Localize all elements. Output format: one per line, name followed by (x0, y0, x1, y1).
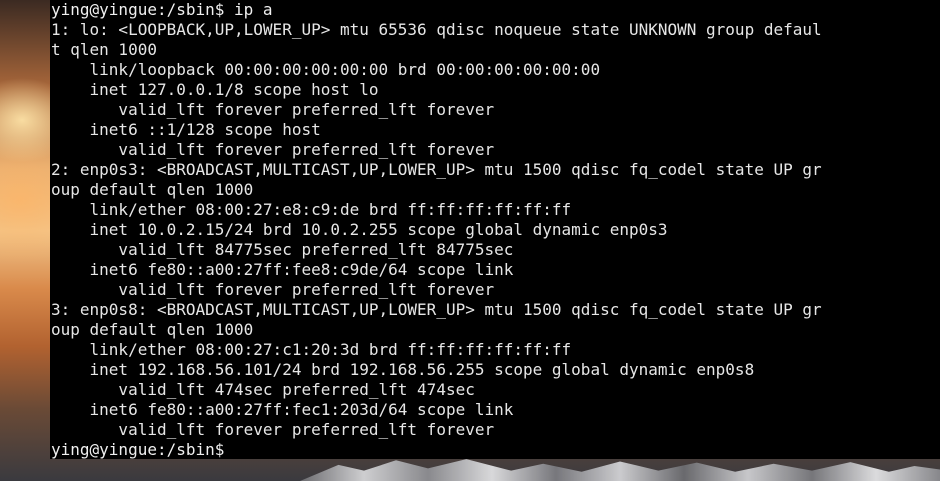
terminal-line-prompt[interactable]: ying@yingue:/sbin$ (51, 440, 940, 459)
terminal-line: valid_lft 84775sec preferred_lft 84775se… (51, 240, 514, 259)
terminal-line: inet6 ::1/128 scope host (51, 120, 321, 139)
terminal-line: t qlen 1000 (51, 40, 157, 59)
terminal-line: valid_lft 474sec preferred_lft 474sec (51, 380, 475, 399)
terminal-line: inet6 fe80::a00:27ff:fee8:c9de/64 scope … (51, 260, 514, 279)
terminal-line: inet6 fe80::a00:27ff:fec1:203d/64 scope … (51, 400, 514, 419)
terminal-line: valid_lft forever preferred_lft forever (51, 140, 495, 159)
terminal-line: 3: enp0s8: <BROADCAST,MULTICAST,UP,LOWER… (51, 300, 822, 319)
terminal-line: oup default qlen 1000 (51, 320, 254, 339)
terminal-line: valid_lft forever preferred_lft forever (51, 280, 495, 299)
terminal-window[interactable]: ying@yingue:/sbin$ ip a 1: lo: <LOOPBACK… (50, 0, 940, 459)
terminal-prompt-text: ying@yingue:/sbin$ (51, 440, 235, 459)
terminal-line: inet 10.0.2.15/24 brd 10.0.2.255 scope g… (51, 220, 668, 239)
terminal-line: link/ether 08:00:27:e8:c9:de brd ff:ff:f… (51, 200, 572, 219)
terminal-line: valid_lft forever preferred_lft forever (51, 420, 495, 439)
terminal-line: link/loopback 00:00:00:00:00:00 brd 00:0… (51, 60, 601, 79)
terminal-line: 1: lo: <LOOPBACK,UP,LOWER_UP> mtu 65536 … (51, 20, 822, 39)
terminal-line: inet 127.0.0.1/8 scope host lo (51, 80, 379, 99)
terminal-line: inet 192.168.56.101/24 brd 192.168.56.25… (51, 360, 755, 379)
terminal-output[interactable]: ying@yingue:/sbin$ ip a 1: lo: <LOOPBACK… (51, 0, 940, 459)
terminal-line-prompt-command: ying@yingue:/sbin$ ip a (51, 0, 273, 19)
terminal-line: oup default qlen 1000 (51, 180, 254, 199)
terminal-cursor[interactable] (234, 442, 243, 458)
terminal-line: link/ether 08:00:27:c1:20:3d brd ff:ff:f… (51, 340, 572, 359)
terminal-line: 2: enp0s3: <BROADCAST,MULTICAST,UP,LOWER… (51, 160, 822, 179)
terminal-line: valid_lft forever preferred_lft forever (51, 100, 495, 119)
